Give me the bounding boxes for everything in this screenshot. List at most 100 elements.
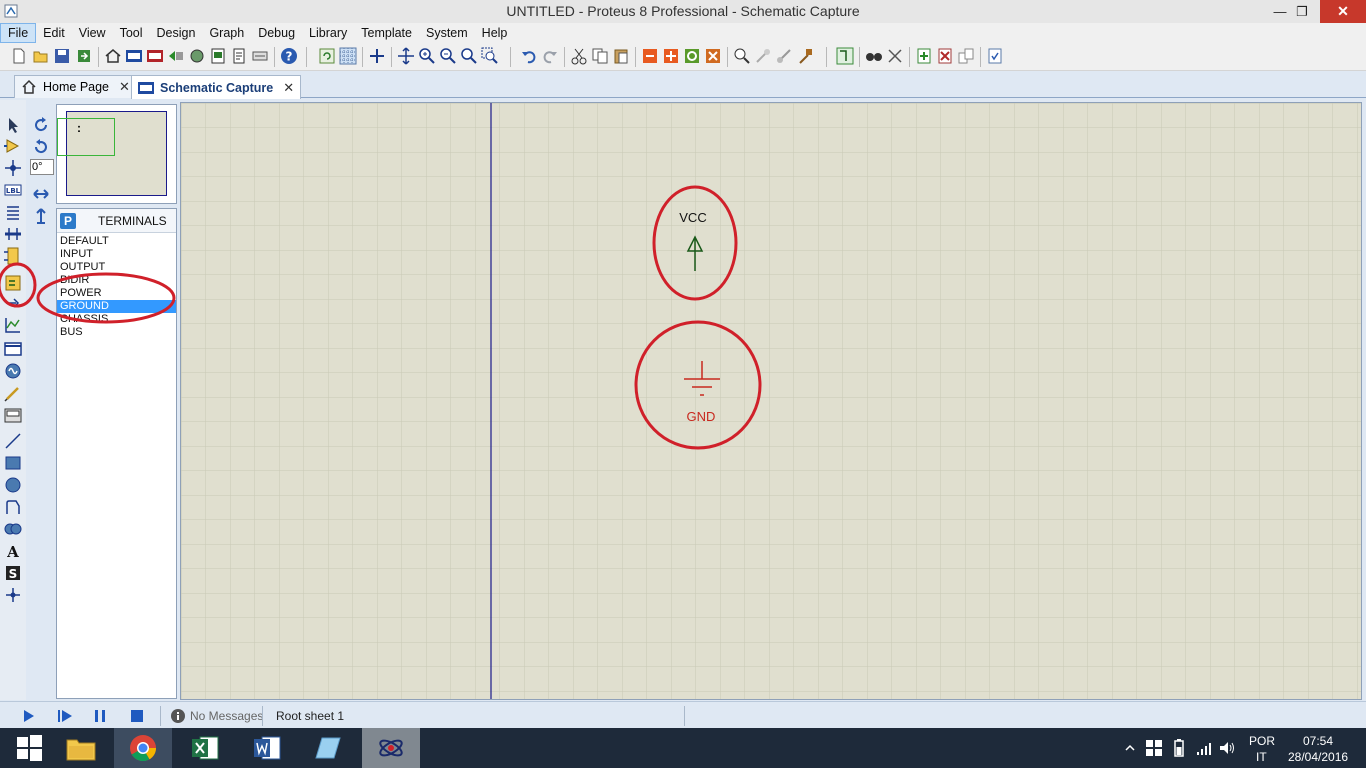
zoom-all-icon[interactable]	[460, 47, 478, 65]
gnd-label: GND	[687, 409, 716, 424]
action-center-icon[interactable]	[1145, 739, 1163, 757]
marker-2d-mode-icon[interactable]	[4, 586, 22, 604]
block-move-icon[interactable]	[662, 47, 680, 65]
annotation-circle-terminals-mode	[0, 262, 37, 308]
messages-status[interactable]: No Messages	[190, 709, 263, 723]
zoom-in-icon[interactable]	[418, 47, 436, 65]
show-hidden-icons-icon[interactable]	[1124, 742, 1136, 754]
block-delete-icon[interactable]	[704, 47, 722, 65]
toolbar-separator	[510, 47, 511, 67]
circle-2d-mode-icon[interactable]	[4, 476, 22, 494]
menu-template[interactable]: Template	[354, 23, 419, 43]
pause-icon[interactable]	[92, 708, 108, 724]
main-toolbar: ?	[0, 43, 1366, 71]
refresh-icon[interactable]	[318, 47, 336, 65]
line-2d-mode-icon[interactable]	[4, 432, 22, 450]
voltage-probe-mode-icon[interactable]	[4, 384, 22, 402]
toolbar-separator	[727, 47, 728, 67]
input-language-bottom[interactable]: IT	[1256, 750, 1267, 764]
start-button[interactable]	[0, 728, 58, 768]
taskbar-proteus[interactable]	[362, 728, 420, 768]
maximize-button[interactable]: ❐	[1282, 0, 1322, 23]
menu-graph[interactable]: Graph	[202, 23, 251, 43]
status-separator	[262, 706, 263, 726]
taskbar-excel[interactable]	[176, 728, 234, 768]
close-button[interactable]: ✕	[1320, 0, 1366, 23]
paste-icon[interactable]	[612, 47, 630, 65]
exit-to-parent-icon[interactable]	[957, 47, 975, 65]
schematic-canvas[interactable]: VCC GND	[180, 102, 1362, 700]
decompose-icon[interactable]	[796, 47, 814, 65]
packaging-tool-icon[interactable]	[775, 47, 793, 65]
toolbar-separator	[826, 47, 827, 67]
menu-library[interactable]: Library	[302, 23, 354, 43]
menu-help[interactable]: Help	[475, 23, 515, 43]
document-tab-bar: Home Page ✕ Schematic Capture ✕	[0, 72, 1366, 99]
taskbar-file-explorer[interactable]	[52, 728, 110, 768]
vcc-label: VCC	[679, 210, 706, 225]
redo-icon[interactable]	[541, 47, 559, 65]
pick-device-icon[interactable]	[733, 47, 751, 65]
origin-icon[interactable]	[368, 47, 386, 65]
info-icon[interactable]	[170, 708, 186, 724]
status-separator	[684, 706, 685, 726]
input-language-top[interactable]: POR	[1249, 734, 1275, 748]
help-icon[interactable]: ?	[280, 47, 298, 65]
glass-app-icon	[315, 737, 341, 759]
proteus-taskbar-icon	[379, 739, 403, 757]
grid-toggle-icon[interactable]	[339, 47, 357, 65]
schematic-drawing[interactable]: VCC GND	[181, 103, 1362, 700]
block-rotate-icon[interactable]	[683, 47, 701, 65]
taskbar-word[interactable]	[238, 728, 296, 768]
bom-icon[interactable]	[209, 47, 227, 65]
toolbar-separator	[274, 47, 275, 67]
toolbar-separator	[391, 47, 392, 67]
grid	[181, 103, 1361, 699]
volume-icon[interactable]	[1218, 739, 1236, 757]
box-2d-mode-icon[interactable]	[4, 454, 22, 472]
pan-icon[interactable]	[397, 47, 415, 65]
taskbar-chrome[interactable]	[114, 728, 172, 768]
text-2d-mode-icon[interactable]: A	[4, 542, 22, 560]
toolbar-separator	[635, 47, 636, 67]
toolbar-separator	[362, 47, 363, 67]
path-2d-mode-icon[interactable]	[4, 520, 22, 538]
taskbar-app-glass[interactable]	[300, 728, 358, 768]
remove-sheet-icon[interactable]	[936, 47, 954, 65]
undo-icon[interactable]	[520, 47, 538, 65]
symbol-2d-mode-icon[interactable]: S	[4, 564, 22, 582]
menu-debug[interactable]: Debug	[251, 23, 302, 43]
new-sheet-icon[interactable]	[915, 47, 933, 65]
cut-icon[interactable]	[570, 47, 588, 65]
network-signal-icon[interactable]	[1195, 739, 1213, 757]
svg-text:A: A	[6, 543, 19, 560]
property-assignment-icon[interactable]	[886, 47, 904, 65]
tape-recorder-mode-icon[interactable]	[4, 340, 22, 358]
svg-text:S: S	[9, 567, 18, 581]
virtual-instruments-mode-icon[interactable]	[4, 406, 22, 424]
status-separator	[160, 706, 161, 726]
block-copy-icon[interactable]	[641, 47, 659, 65]
zoom-out-icon[interactable]	[439, 47, 457, 65]
stop-icon[interactable]	[129, 708, 145, 724]
wire-autorouter-icon[interactable]	[836, 47, 854, 65]
generator-mode-icon[interactable]	[4, 362, 22, 380]
step-icon[interactable]	[57, 708, 73, 724]
copy-icon[interactable]	[591, 47, 609, 65]
menu-system[interactable]: System	[419, 23, 475, 43]
battery-icon[interactable]	[1170, 739, 1188, 757]
play-icon[interactable]	[20, 708, 36, 724]
toolbar-separator	[909, 47, 910, 67]
arc-2d-mode-icon[interactable]	[4, 498, 22, 516]
close-tab-schematic-capture-icon[interactable]: ✕	[283, 80, 294, 96]
search-icon[interactable]	[865, 47, 883, 65]
electrical-rule-check-icon[interactable]	[986, 47, 1004, 65]
status-bar: No Messages Root sheet 1	[0, 701, 1366, 728]
clock-date[interactable]: 28/04/2016	[1288, 750, 1348, 764]
make-device-icon[interactable]	[754, 47, 772, 65]
notes-icon[interactable]	[230, 47, 248, 65]
windows-taskbar: POR IT 07:54 28/04/2016	[0, 728, 1366, 768]
design-explorer-icon[interactable]	[251, 47, 269, 65]
clock-time[interactable]: 07:54	[1303, 734, 1333, 748]
zoom-area-icon[interactable]	[481, 47, 499, 65]
